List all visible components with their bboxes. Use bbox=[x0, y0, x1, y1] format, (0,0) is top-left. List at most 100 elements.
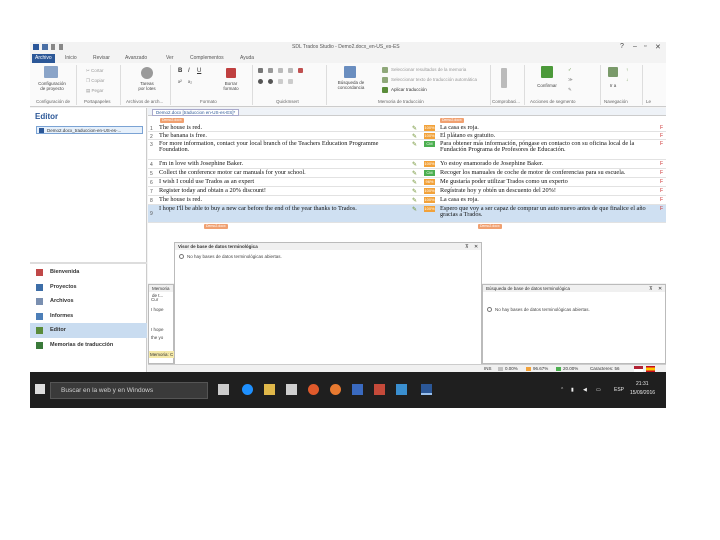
source-text[interactable]: I hope I'll be able to buy a new car bef… bbox=[159, 205, 409, 212]
source-text[interactable]: The house is red. bbox=[159, 124, 409, 131]
close-icon[interactable]: ✕ bbox=[655, 43, 661, 51]
segment-row[interactable]: 4 I'm in love with Josephine Baker. ✎ 10… bbox=[148, 160, 666, 169]
segment-row[interactable]: 3 For more information, contact your loc… bbox=[148, 140, 666, 160]
quickinsert-icon[interactable] bbox=[278, 79, 283, 84]
verify-icon[interactable] bbox=[501, 68, 507, 88]
chrome-icon[interactable] bbox=[308, 384, 319, 395]
language-indicator[interactable]: ESP bbox=[614, 387, 624, 393]
trados-taskbar-icon[interactable] bbox=[421, 384, 432, 395]
goto-button[interactable]: Ir a bbox=[604, 83, 622, 88]
segment-row[interactable]: 5 Collect the conference motor car manua… bbox=[148, 169, 666, 178]
minimize-icon[interactable]: – bbox=[633, 43, 637, 50]
batch-tasks-button[interactable]: Tareas por lotes bbox=[128, 81, 166, 91]
source-text[interactable]: For more information, contact your local… bbox=[159, 140, 409, 154]
subscript-button[interactable]: x₂ bbox=[188, 79, 192, 84]
tab-ayuda[interactable]: Ayuda bbox=[237, 54, 257, 63]
segment-action-icon[interactable]: ✎ bbox=[568, 87, 572, 93]
app-icon[interactable] bbox=[396, 384, 407, 395]
nav-down-icon[interactable]: ↓ bbox=[626, 77, 628, 82]
volume-icon[interactable]: ◀ bbox=[583, 387, 587, 393]
target-text[interactable]: Espero que voy a ser capaz de comprar un… bbox=[440, 205, 662, 219]
maximize-icon[interactable]: ▫ bbox=[644, 43, 646, 50]
pin-icon[interactable]: ⊼ bbox=[465, 244, 469, 250]
network-icon[interactable]: ▮ bbox=[571, 387, 574, 393]
edge-icon[interactable] bbox=[242, 384, 253, 395]
sidebar-item-editor[interactable]: Editor bbox=[30, 323, 147, 338]
concordance-search-button[interactable]: Búsqueda de concordancia bbox=[330, 80, 372, 90]
help-icon[interactable]: ? bbox=[620, 43, 624, 50]
new-file-icon[interactable] bbox=[42, 44, 48, 50]
taskbar-search[interactable]: Buscar en la web y en Windows bbox=[50, 382, 208, 399]
tab-complementos[interactable]: Complementos bbox=[187, 54, 227, 63]
cut-button[interactable]: ✂ Cortar bbox=[86, 68, 104, 74]
tm-result-row[interactable]: Cur bbox=[151, 297, 158, 302]
clock-time[interactable]: 21:31 bbox=[636, 381, 649, 387]
quickinsert-icon[interactable] bbox=[258, 68, 263, 73]
source-text[interactable]: I'm in love with Josephine Baker. bbox=[159, 160, 409, 167]
target-text[interactable]: El plátano es gratuito. bbox=[440, 132, 662, 139]
battery-icon[interactable]: ▭ bbox=[596, 387, 601, 393]
word-icon[interactable] bbox=[352, 384, 363, 395]
sidebar-item-archivos[interactable]: Archivos bbox=[30, 294, 147, 309]
source-text[interactable]: The banana is free. bbox=[159, 132, 409, 139]
task-view-icon[interactable] bbox=[218, 384, 229, 395]
document-tab[interactable]: Demo2.docx [traduccion en-US-es-ES]* bbox=[152, 109, 240, 116]
target-text[interactable]: Recoger los manuales de coche de motor d… bbox=[440, 169, 662, 176]
undo-icon[interactable] bbox=[51, 44, 55, 50]
tab-avanzado[interactable]: Avanzado bbox=[122, 54, 150, 63]
close-panel-icon[interactable]: ✕ bbox=[658, 286, 662, 292]
tm-result-row[interactable]: I hope bbox=[151, 307, 164, 312]
source-text[interactable]: Collect the conference motor car manuals… bbox=[159, 169, 409, 176]
bold-button[interactable]: B bbox=[178, 68, 182, 74]
italic-button[interactable]: I bbox=[188, 68, 190, 74]
tm-result-row[interactable]: the yo bbox=[151, 335, 163, 340]
sidebar-item-proyectos[interactable]: Proyectos bbox=[30, 280, 147, 295]
project-settings-button[interactable]: Configuración de proyecto bbox=[32, 81, 72, 91]
source-text[interactable]: I wish I could use Trados as an expert bbox=[159, 178, 409, 185]
segment-row[interactable]: 7 Register today and obtain a 20% discou… bbox=[148, 187, 666, 196]
redo-icon[interactable] bbox=[59, 44, 63, 50]
source-text[interactable]: Register today and obtain a 20% discount… bbox=[159, 187, 409, 194]
tab-revisar[interactable]: Revisar bbox=[90, 54, 113, 63]
superscript-button[interactable]: x² bbox=[178, 79, 182, 84]
segment-row[interactable]: 8 The house is red. ✎ 100% La casa es ro… bbox=[148, 196, 666, 205]
quickinsert-icon[interactable] bbox=[288, 79, 293, 84]
segment-action-icon[interactable]: ✓ bbox=[568, 67, 572, 73]
tray-up-icon[interactable]: ⌃ bbox=[560, 387, 564, 393]
sidebar-item-bienvenida[interactable]: Bienvenida bbox=[30, 265, 147, 280]
store-icon[interactable] bbox=[286, 384, 297, 395]
underline-button[interactable]: U bbox=[197, 68, 201, 74]
target-text[interactable]: Para obtener más información, póngase en… bbox=[440, 140, 662, 154]
quickinsert-icon[interactable] bbox=[268, 79, 273, 84]
quickinsert-icon[interactable] bbox=[288, 68, 293, 73]
windows-start-icon[interactable] bbox=[35, 384, 45, 394]
segment-row[interactable]: 6 I wish I could use Trados as an expert… bbox=[148, 178, 666, 187]
clear-format-button[interactable]: Borrar formato bbox=[214, 81, 248, 91]
copy-button[interactable]: ❐ Copiar bbox=[86, 78, 105, 84]
tm-option-2[interactable]: Seleccionar texto de traducción automáti… bbox=[391, 77, 477, 82]
quickinsert-icon[interactable] bbox=[278, 68, 283, 73]
segment-row[interactable]: 2 The banana is free. ✎ 100% El plátano … bbox=[148, 132, 666, 140]
sidebar-item-memorias[interactable]: Memorias de traducción bbox=[30, 338, 147, 353]
tm-result-row[interactable]: I hope bbox=[151, 327, 164, 332]
sidebar-item-informes[interactable]: Informes bbox=[30, 309, 147, 324]
close-panel-icon[interactable]: ✕ bbox=[474, 244, 478, 250]
pane-splitter[interactable] bbox=[30, 262, 147, 264]
tab-inicio[interactable]: Inicio bbox=[62, 54, 80, 63]
tab-ver[interactable]: Ver bbox=[163, 54, 177, 63]
quickinsert-icon[interactable] bbox=[258, 79, 263, 84]
tab-archivo[interactable]: Archivo bbox=[32, 54, 55, 63]
segment-row-active[interactable]: 9 I hope I'll be able to buy a new car b… bbox=[148, 205, 666, 223]
target-text[interactable]: Me gustaría poder utilizar Trados como u… bbox=[440, 178, 662, 185]
confirm-button[interactable]: Confirmar bbox=[530, 83, 564, 88]
tm-option-1[interactable]: Seleccionar resultados de la memoria bbox=[391, 67, 466, 72]
nav-up-icon[interactable]: ↑ bbox=[626, 67, 628, 72]
firefox-icon[interactable] bbox=[330, 384, 341, 395]
apply-translation-button[interactable]: Aplicar traducción bbox=[391, 87, 427, 92]
paste-button[interactable]: ▤ Pegar bbox=[86, 88, 104, 94]
quickinsert-icon[interactable] bbox=[268, 68, 273, 73]
explorer-icon[interactable] bbox=[264, 384, 275, 395]
target-text[interactable]: Regístrate hoy y obtén un descuento del … bbox=[440, 187, 662, 194]
quickinsert-icon[interactable] bbox=[298, 68, 303, 73]
target-text[interactable]: La casa es roja. bbox=[440, 196, 662, 203]
